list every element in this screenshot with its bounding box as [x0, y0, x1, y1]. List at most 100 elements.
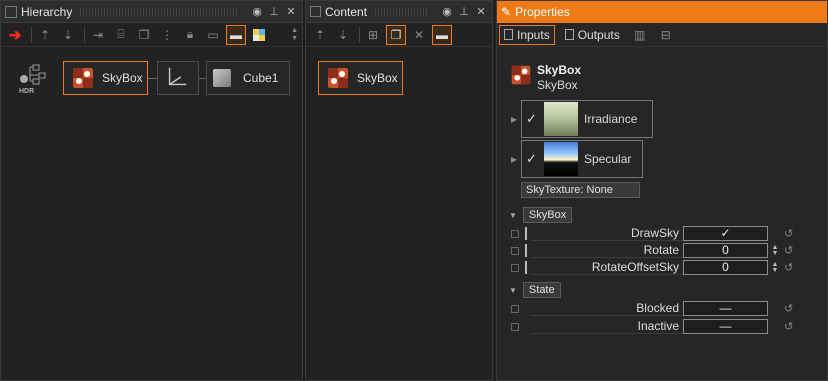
- object-header: SkyBox SkyBox: [537, 63, 581, 93]
- move-up-icon[interactable]: ⇡: [310, 25, 330, 45]
- irradiance-thumbnail: [544, 102, 578, 136]
- toolbar-divider: [359, 26, 360, 43]
- connect-icon[interactable]: ⊞: [363, 25, 383, 45]
- content-pin-icon[interactable]: ⊥: [457, 5, 471, 18]
- node-skybox[interactable]: SkyBox: [63, 61, 148, 95]
- property-name: DrawSky: [531, 226, 683, 241]
- toolbar-scroll-arrows[interactable]: ▲ ▼: [291, 27, 298, 43]
- expand-arrow-icon[interactable]: ▶: [511, 115, 519, 124]
- property-name: RotateOffsetSky: [531, 260, 683, 275]
- move-up-icon[interactable]: ⇡: [35, 25, 55, 45]
- section-label: SkyBox: [522, 207, 573, 223]
- move-down-icon[interactable]: ⇣: [58, 25, 78, 45]
- texture-label: Irradiance: [584, 112, 638, 126]
- tab-label: Outputs: [577, 27, 620, 42]
- object-name: SkyBox: [537, 78, 578, 92]
- reset-icon[interactable]: ↺: [784, 320, 796, 333]
- content-close-icon[interactable]: ✕: [474, 5, 488, 18]
- hierarchy-close-icon[interactable]: ✕: [284, 5, 298, 18]
- columns-icon[interactable]: ▥: [630, 25, 650, 45]
- reset-icon[interactable]: ↺: [784, 227, 796, 240]
- row-marker: [525, 244, 527, 257]
- skybox-icon: [70, 65, 96, 91]
- hierarchy-panel: Hierarchy ◉ ⊥ ✕ ➔ ⇡ ⇣ ⇥ ⌸ ❐ ⋮ 🔒︎ ▭ ▬ ▲ ▼ …: [0, 0, 303, 381]
- texture-label: Specular: [584, 152, 632, 166]
- layout-icon[interactable]: ⊟: [656, 25, 676, 45]
- property-value[interactable]: —: [683, 301, 768, 316]
- property-value[interactable]: ✓: [683, 226, 768, 241]
- tab-outputs[interactable]: Outputs: [561, 25, 624, 45]
- content-item-skybox[interactable]: SkyBox: [318, 61, 403, 95]
- skybox-icon: [325, 65, 351, 91]
- property-value[interactable]: —: [683, 319, 768, 334]
- hierarchy-drag-grip[interactable]: [80, 7, 239, 16]
- property-value[interactable]: 0: [683, 260, 768, 275]
- reset-icon[interactable]: ↺: [784, 244, 796, 257]
- specular-thumbnail: [544, 142, 578, 176]
- property-name: Inactive: [531, 319, 683, 334]
- comment-icon[interactable]: ▭: [203, 25, 223, 45]
- collapse-triangle-icon[interactable]: ▼: [509, 286, 517, 295]
- group-icon[interactable]: ⌸: [111, 25, 131, 45]
- stack-icon[interactable]: ❐: [386, 24, 406, 45]
- content-titlebar: Content ◉ ⊥ ✕: [306, 1, 492, 23]
- row-checkbox[interactable]: [511, 246, 519, 255]
- toolbar-divider: [84, 26, 85, 43]
- navigate-arrow-icon[interactable]: ➔: [5, 25, 25, 45]
- inputs-icon: [504, 29, 513, 40]
- spinner-icon[interactable]: ▲ ▼: [770, 244, 780, 257]
- lock-icon[interactable]: 🔒︎: [180, 25, 200, 45]
- content-visibility-icon[interactable]: ◉: [440, 5, 454, 18]
- check-icon[interactable]: ✓: [526, 111, 538, 127]
- tree-icon[interactable]: ⋮: [157, 25, 177, 45]
- color-palette-icon[interactable]: [249, 25, 269, 45]
- comment-toggle-icon[interactable]: ▬: [432, 24, 452, 45]
- node-connector: [199, 78, 206, 79]
- row-checkbox[interactable]: [511, 304, 519, 313]
- properties-title: Properties: [515, 5, 570, 19]
- property-name: Blocked: [531, 301, 683, 316]
- link-icon[interactable]: ⇥: [88, 25, 108, 45]
- section-state[interactable]: ▼ State: [509, 282, 561, 298]
- move-down-icon[interactable]: ⇣: [333, 25, 353, 45]
- reset-icon[interactable]: ↺: [784, 302, 796, 315]
- outputs-icon: [564, 29, 574, 40]
- property-row-drawsky: DrawSky ✓ ↺: [511, 225, 827, 242]
- property-row-inactive: Inactive — ↺: [511, 318, 827, 335]
- tab-inputs[interactable]: Inputs: [499, 24, 555, 45]
- properties-tabs: Inputs Outputs ▥ ⊟: [497, 23, 827, 47]
- properties-titlebar: ✎ Properties: [497, 1, 827, 23]
- copy-icon[interactable]: ❐: [134, 25, 154, 45]
- skybox-icon: [509, 63, 533, 87]
- sky-texture-field[interactable]: SkyTexture: None: [521, 182, 640, 198]
- comment-toggle-icon[interactable]: ▬: [226, 24, 246, 45]
- reset-icon[interactable]: ↺: [784, 261, 796, 274]
- content-panel-icon: [310, 6, 321, 17]
- node-transform[interactable]: [157, 61, 199, 95]
- collapse-triangle-icon[interactable]: ▼: [509, 211, 517, 220]
- expand-arrow-icon[interactable]: ▶: [511, 155, 519, 164]
- row-marker: [525, 227, 527, 240]
- section-skybox[interactable]: ▼ SkyBox: [509, 207, 573, 223]
- row-checkbox[interactable]: [511, 229, 519, 238]
- texture-specular[interactable]: ▶ ✓ Specular: [511, 140, 643, 178]
- spinner-icon[interactable]: ▲ ▼: [770, 261, 780, 274]
- hierarchy-pin-icon[interactable]: ⊥: [267, 5, 281, 18]
- expand-icon[interactable]: ✕: [409, 25, 429, 45]
- node-label: SkyBox: [102, 71, 143, 85]
- row-checkbox[interactable]: [511, 322, 519, 331]
- hdr-icon: HDR: [17, 63, 47, 95]
- node-connector: [148, 78, 157, 79]
- content-title: Content: [325, 4, 368, 19]
- section-label: State: [522, 282, 561, 298]
- row-marker: [525, 302, 527, 315]
- row-checkbox[interactable]: [511, 263, 519, 272]
- node-cube1[interactable]: Cube1: [206, 61, 290, 95]
- transform-axes-icon: [164, 64, 190, 93]
- property-value[interactable]: 0: [683, 243, 768, 258]
- hierarchy-visibility-icon[interactable]: ◉: [250, 5, 264, 18]
- texture-irradiance[interactable]: ▶ ✓ Irradiance: [511, 100, 653, 138]
- check-icon[interactable]: ✓: [526, 151, 538, 167]
- content-toolbar: ⇡ ⇣ ⊞ ❐ ✕ ▬: [306, 23, 492, 47]
- content-drag-grip[interactable]: [375, 7, 429, 16]
